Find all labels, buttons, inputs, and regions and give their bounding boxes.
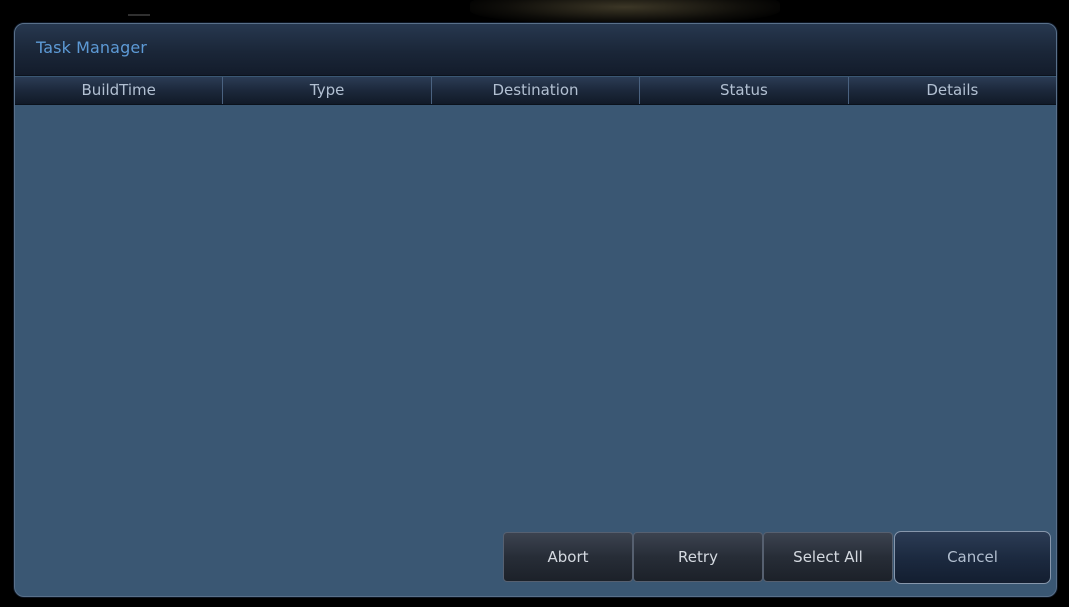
abort-button[interactable]: Abort xyxy=(503,532,633,582)
cancel-button[interactable]: Cancel xyxy=(894,531,1051,584)
column-header-status[interactable]: Status xyxy=(640,77,849,104)
column-header-buildtime[interactable]: BuildTime xyxy=(15,77,224,104)
background-blurred-image xyxy=(470,0,780,24)
dialog-title: Task Manager xyxy=(36,38,147,57)
select-all-button[interactable]: Select All xyxy=(763,532,893,582)
task-manager-dialog: Task Manager BuildTime Type Destination … xyxy=(14,23,1057,597)
dialog-titlebar: Task Manager xyxy=(15,24,1056,76)
column-header-destination[interactable]: Destination xyxy=(432,77,641,104)
dialog-button-bar: Abort Retry Select All Cancel xyxy=(503,531,1051,584)
column-header-details[interactable]: Details xyxy=(849,77,1056,104)
column-header-type[interactable]: Type xyxy=(223,77,432,104)
table-header: BuildTime Type Destination Status Detail… xyxy=(15,77,1056,105)
retry-button[interactable]: Retry xyxy=(633,532,763,582)
task-list[interactable] xyxy=(15,105,1056,525)
